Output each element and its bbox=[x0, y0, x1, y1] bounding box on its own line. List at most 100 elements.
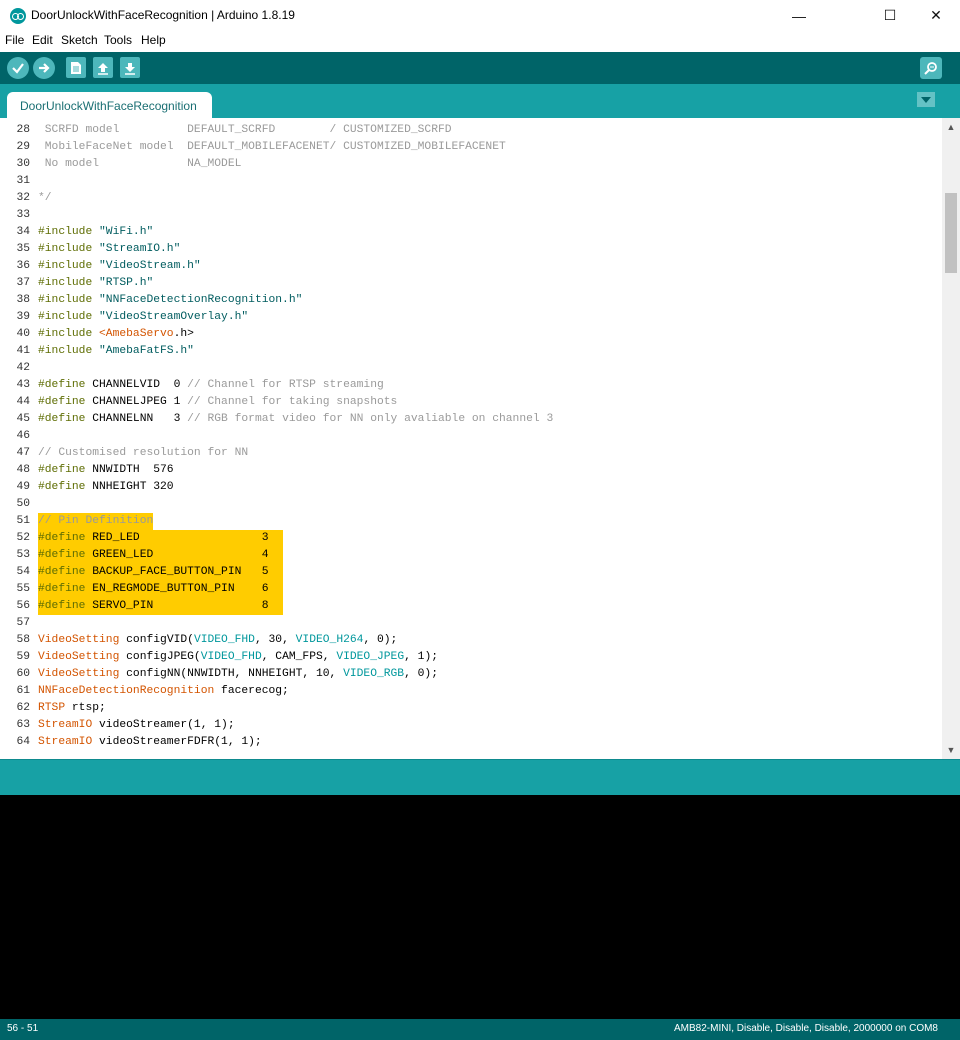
code-line[interactable]: 51 // Pin Definition bbox=[0, 513, 940, 530]
line-number: 41 bbox=[16, 345, 30, 357]
minimize-button[interactable]: — bbox=[776, 0, 822, 31]
code-line[interactable]: 56 #define SERVO_PIN 8 bbox=[0, 598, 940, 615]
code-token: #define bbox=[38, 413, 93, 425]
code-token: VIDEO_RGB bbox=[343, 668, 405, 680]
save-sketch-button[interactable] bbox=[120, 57, 140, 78]
menu-sketch[interactable]: Sketch bbox=[61, 33, 98, 47]
console-output[interactable] bbox=[0, 795, 960, 1019]
code-line[interactable]: 36 #include "VideoStream.h" bbox=[0, 258, 940, 275]
code-line[interactable]: 52 #define RED_LED 3 bbox=[0, 530, 940, 547]
code-token: , 30, bbox=[254, 634, 296, 646]
upload-button[interactable] bbox=[33, 57, 55, 79]
code-token: .h> bbox=[173, 328, 194, 340]
code-token: BACKUP_FACE_BUTTON_PIN 5 bbox=[92, 566, 269, 578]
code-token: VIDEO_JPEG bbox=[336, 651, 405, 663]
scrollbar-thumb[interactable] bbox=[945, 193, 957, 273]
code-line[interactable]: 61 NNFaceDetectionRecognition facerecog; bbox=[0, 683, 940, 700]
menu-edit[interactable]: Edit bbox=[32, 33, 53, 47]
line-number: 49 bbox=[16, 481, 30, 493]
code-line[interactable]: 63 StreamIO videoStreamer(1, 1); bbox=[0, 717, 940, 734]
line-number: 48 bbox=[16, 464, 30, 476]
menu-help[interactable]: Help bbox=[141, 33, 166, 47]
code-line[interactable]: 28 SCRFD model DEFAULT_SCRFD / CUSTOMIZE… bbox=[0, 122, 940, 139]
code-line[interactable]: 54 #define BACKUP_FACE_BUTTON_PIN 5 bbox=[0, 564, 940, 581]
serial-monitor-icon bbox=[924, 62, 937, 75]
code-line[interactable]: 40 #include <AmebaServo.h> bbox=[0, 326, 940, 343]
code-line[interactable]: 50 bbox=[0, 496, 940, 513]
code-line[interactable]: 59 VideoSetting configJPEG(VIDEO_FHD, CAM… bbox=[0, 649, 940, 666]
code-line[interactable]: 55 #define EN_REGMODE_BUTTON_PIN 6 bbox=[0, 581, 940, 598]
code-line[interactable]: 33 bbox=[0, 207, 940, 224]
line-number: 55 bbox=[16, 583, 30, 595]
tab-doorunlockwithfacerecognition[interactable]: DoorUnlockWithFaceRecognition bbox=[7, 92, 212, 118]
code-token: #include bbox=[38, 328, 100, 340]
maximize-button[interactable]: ☐ bbox=[867, 0, 913, 31]
code-line[interactable]: 37 #include "RTSP.h" bbox=[0, 275, 940, 292]
verify-button[interactable] bbox=[7, 57, 29, 79]
open-sketch-button[interactable] bbox=[93, 57, 113, 78]
code-line[interactable]: 62 RTSP rtsp; bbox=[0, 700, 940, 717]
tab-menu-button[interactable] bbox=[917, 92, 935, 107]
code-line[interactable]: 41 #include "AmebaFatFS.h" bbox=[0, 343, 940, 360]
code-token: // Channel for taking snapshots bbox=[187, 396, 398, 408]
code-line[interactable]: 57 bbox=[0, 615, 940, 632]
code-line[interactable]: 46 bbox=[0, 428, 940, 445]
code-line[interactable]: 48 #define NNWIDTH 576 bbox=[0, 462, 940, 479]
code-token: RTSP bbox=[38, 702, 66, 714]
code-line[interactable]: 64 StreamIO videoStreamerFDFR(1, 1); bbox=[0, 734, 940, 751]
code-text: #include "WiFi.h" bbox=[38, 224, 153, 241]
code-line[interactable]: 44 #define CHANNELJPEG 1 // Channel for t… bbox=[0, 394, 940, 411]
code-line[interactable]: 47 // Customised resolution for NN bbox=[0, 445, 940, 462]
new-icon bbox=[71, 61, 81, 74]
code-line[interactable]: 32 */ bbox=[0, 190, 940, 207]
code-token: CHANNELJPEG 1 bbox=[92, 396, 188, 408]
line-number: 38 bbox=[16, 294, 30, 306]
new-sketch-button[interactable] bbox=[66, 57, 86, 78]
code-line[interactable]: 35 #include "StreamIO.h" bbox=[0, 241, 940, 258]
editor-scrollbar[interactable]: ▲ ▼ bbox=[942, 118, 960, 759]
code-area[interactable]: 28 SCRFD model DEFAULT_SCRFD / CUSTOMIZE… bbox=[0, 118, 940, 759]
code-line[interactable]: 60 VideoSetting configNN(NNWIDTH, NNHEIGH… bbox=[0, 666, 940, 683]
code-token: EN_REGMODE_BUTTON_PIN 6 bbox=[92, 583, 269, 595]
close-button[interactable]: ✕ bbox=[913, 0, 959, 31]
menu-file[interactable]: File bbox=[5, 33, 24, 47]
code-token: VIDEO_FHD bbox=[200, 651, 262, 663]
code-line[interactable]: 30 No model NA_MODEL bbox=[0, 156, 940, 173]
line-number: 30 bbox=[16, 158, 30, 170]
code-line[interactable]: 39 #include "VideoStreamOverlay.h" bbox=[0, 309, 940, 326]
code-line[interactable]: 45 #define CHANNELNN 3 // RGB format vide… bbox=[0, 411, 940, 428]
code-token: // RGB format video for NN only avaliabl… bbox=[187, 413, 554, 425]
code-token: #define bbox=[38, 396, 93, 408]
menu-tools[interactable]: Tools bbox=[104, 33, 132, 47]
code-text: #include <AmebaServo.h> bbox=[38, 326, 194, 343]
code-token: RED_LED 3 bbox=[92, 532, 269, 544]
code-token: "VideoStreamOverlay.h" bbox=[99, 311, 249, 323]
code-text: #define NNHEIGHT 320 bbox=[38, 479, 174, 496]
code-line[interactable]: 34 #include "WiFi.h" bbox=[0, 224, 940, 241]
chevron-down-icon bbox=[921, 96, 931, 103]
code-line[interactable]: 29 MobileFaceNet model DEFAULT_MOBILEFAC… bbox=[0, 139, 940, 156]
code-line[interactable]: 42 bbox=[0, 360, 940, 377]
line-number: 37 bbox=[16, 277, 30, 289]
code-line[interactable]: 49 #define NNHEIGHT 320 bbox=[0, 479, 940, 496]
menu-bar: File Edit Sketch Tools Help bbox=[0, 31, 960, 51]
line-number: 40 bbox=[16, 328, 30, 340]
code-line[interactable]: 53 #define GREEN_LED 4 bbox=[0, 547, 940, 564]
code-line[interactable]: 43 #define CHANNELVID 0 // Channel for RT… bbox=[0, 377, 940, 394]
code-editor[interactable]: 28 SCRFD model DEFAULT_SCRFD / CUSTOMIZE… bbox=[0, 118, 960, 759]
code-token: VideoSetting bbox=[38, 634, 120, 646]
code-token: facerecog; bbox=[214, 685, 289, 697]
code-line[interactable]: 38 #include "NNFaceDetectionRecognition.h… bbox=[0, 292, 940, 309]
code-token: "WiFi.h" bbox=[99, 226, 154, 238]
code-token: < bbox=[99, 328, 106, 340]
cursor-position: 56 - 51 bbox=[7, 1023, 39, 1034]
scroll-down-icon[interactable]: ▼ bbox=[946, 745, 956, 755]
code-text: VideoSetting configNN(NNWIDTH, NNHEIGHT,… bbox=[38, 666, 438, 683]
serial-monitor-button[interactable] bbox=[920, 57, 942, 79]
board-info: AMB82-MINI, Disable, Disable, Disable, 2… bbox=[673, 1023, 938, 1034]
code-line[interactable]: 58 VideoSetting configVID(VIDEO_FHD, 30, … bbox=[0, 632, 940, 649]
scroll-up-icon[interactable]: ▲ bbox=[946, 122, 956, 132]
code-line[interactable]: 31 bbox=[0, 173, 940, 190]
code-text: #include "AmebaFatFS.h" bbox=[38, 343, 194, 360]
code-text: */ bbox=[38, 190, 52, 207]
